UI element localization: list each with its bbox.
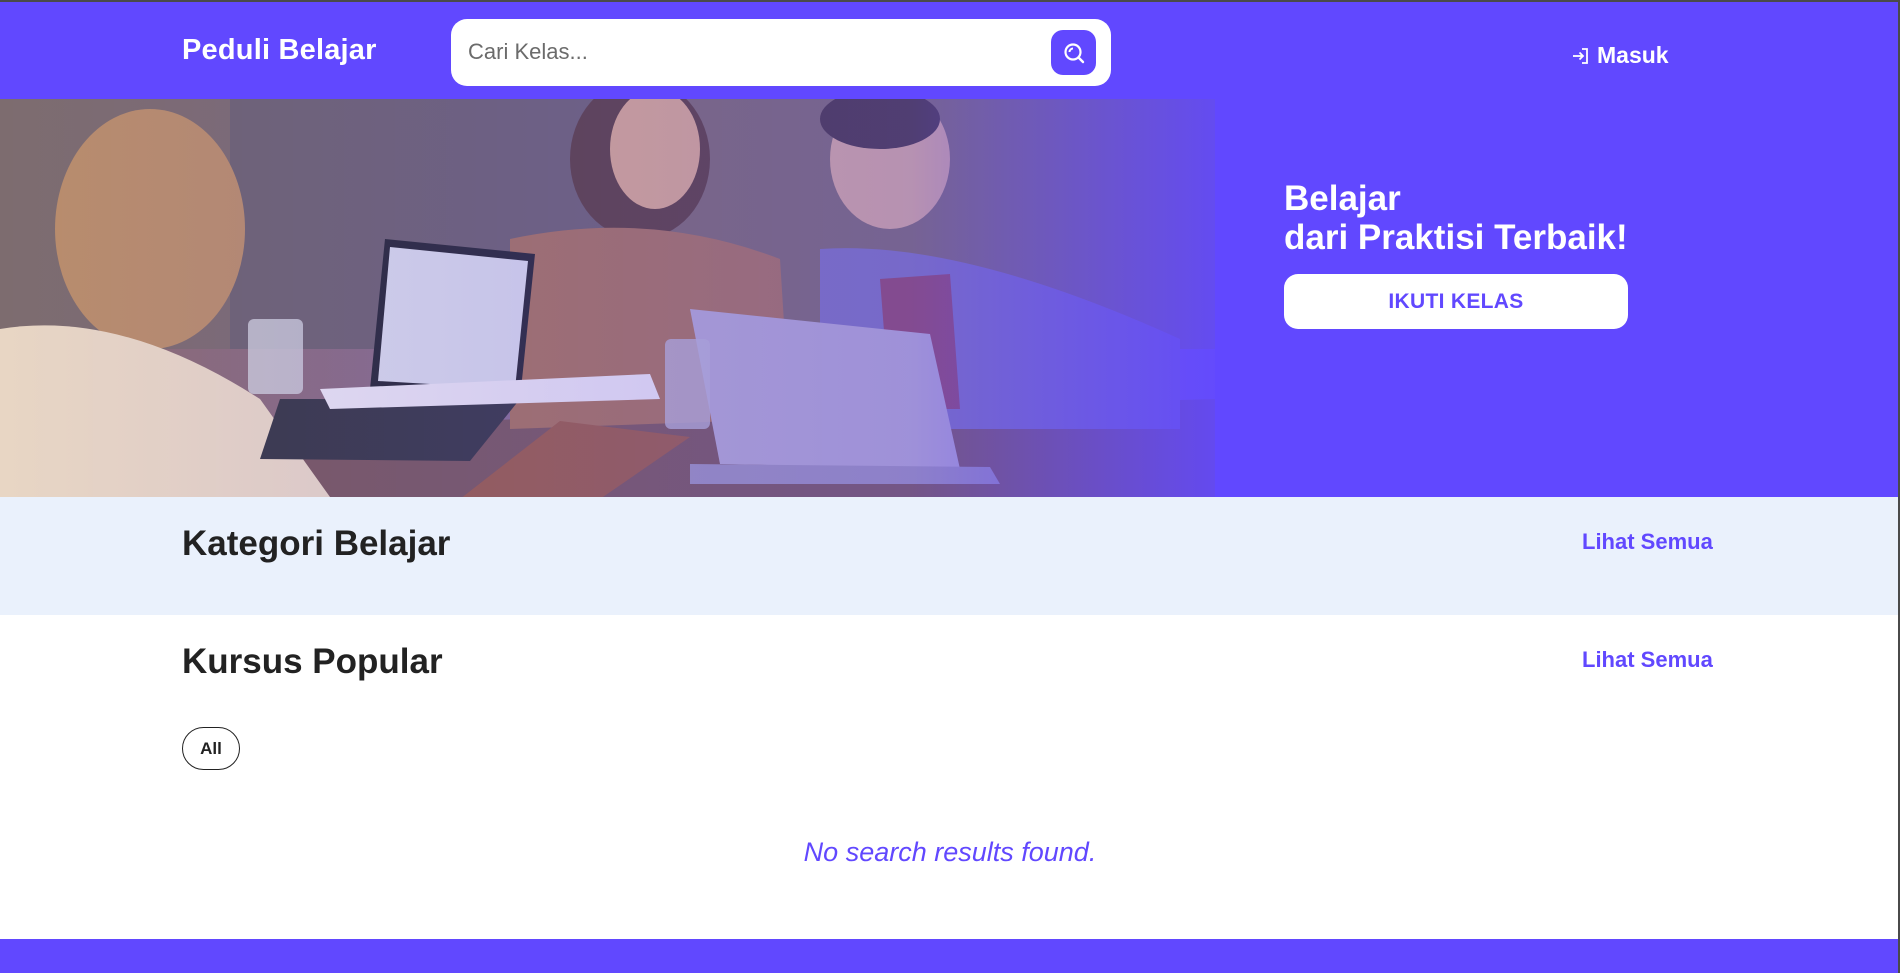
search-bar: [451, 19, 1111, 86]
hero-title-line-1: Belajar: [1284, 179, 1401, 218]
search-input[interactable]: [468, 33, 1028, 71]
popular-courses-section: Kursus Popular Lihat Semua All No search…: [0, 615, 1900, 939]
category-section: Kategori Belajar Lihat Semua: [0, 497, 1900, 615]
footer: [0, 939, 1900, 973]
empty-results-message: No search results found.: [803, 837, 1097, 867]
search-button[interactable]: [1051, 30, 1096, 75]
hero-banner: Belajar dari Praktisi Terbaik! IKUTI KEL…: [0, 99, 1900, 497]
login-label: Masuk: [1597, 42, 1669, 68]
search-icon: [1063, 42, 1084, 63]
join-class-button[interactable]: IKUTI KELAS: [1284, 274, 1628, 329]
category-title: Kategori Belajar: [182, 524, 451, 563]
filter-chip-all[interactable]: All: [182, 727, 240, 770]
hero-photo-illustration: [0, 99, 1215, 497]
category-see-all-link[interactable]: Lihat Semua: [1582, 529, 1713, 555]
brand-logo[interactable]: Peduli Belajar: [182, 34, 377, 67]
popular-courses-title: Kursus Popular: [182, 642, 443, 681]
hero-photo: [0, 99, 1215, 497]
hero-title-line-2: dari Praktisi Terbaik!: [1284, 218, 1628, 257]
login-icon: [1573, 47, 1588, 64]
top-navbar: Peduli Belajar Masuk: [0, 0, 1900, 99]
popular-courses-see-all-link[interactable]: Lihat Semua: [1582, 647, 1713, 673]
login-button[interactable]: Masuk: [1571, 42, 1669, 69]
hero-title: Belajar dari Praktisi Terbaik!: [1284, 179, 1628, 257]
